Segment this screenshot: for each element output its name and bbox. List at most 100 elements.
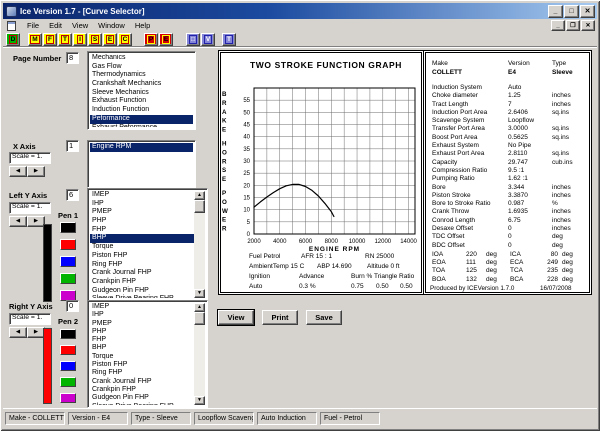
save-button[interactable]: Save — [306, 310, 342, 325]
left-y-scale-input[interactable]: Scale = 1. — [9, 202, 51, 214]
page-list-item[interactable]: Exhaust Peformance — [90, 124, 193, 128]
scroll-right-button[interactable]: ▶ — [27, 166, 45, 177]
left-y-list-item[interactable]: Crankpin FHP — [90, 278, 194, 287]
pen-color-swatch[interactable] — [60, 393, 76, 403]
scroll-left-button[interactable]: ◀ — [9, 216, 27, 227]
right-y-list-item[interactable]: Crank Journal FHP — [90, 378, 194, 386]
right-y-list-item[interactable]: Ring FHP — [90, 369, 194, 377]
right-y-list-item[interactable]: FHP — [90, 336, 194, 344]
right-y-scale-input[interactable]: Scale = 1. — [9, 313, 51, 325]
pen-color-swatch[interactable] — [60, 239, 76, 250]
right-y-list-item[interactable]: Gudgeon Pin FHP — [90, 394, 194, 402]
scroll-left-button[interactable]: ◀ — [9, 327, 27, 338]
toolbar-button-letter: T — [225, 35, 233, 44]
scrollbar-thumb[interactable] — [194, 200, 205, 213]
right-y-list-item[interactable]: PMEP — [90, 320, 194, 328]
right-y-list-item[interactable]: IMEP — [90, 303, 194, 311]
close-button[interactable]: ✕ — [580, 5, 595, 18]
menu-item[interactable]: Help — [130, 20, 155, 31]
minimize-button[interactable]: _ — [548, 5, 563, 18]
toolbar-button[interactable]: M — [28, 33, 42, 46]
page-list-item[interactable]: Exhaust Function — [90, 97, 193, 106]
left-y-list-item[interactable]: Torque — [90, 243, 194, 252]
pen-color-swatch[interactable] — [60, 377, 76, 387]
left-y-list-item[interactable]: Sleeve Drive Bearing FHP — [90, 295, 194, 298]
toolbar-button[interactable]: D — [6, 33, 20, 46]
left-y-list-item[interactable]: Gudgeon Pin FHP — [90, 287, 194, 296]
page-list-item[interactable]: Mechanics — [90, 54, 193, 63]
left-y-list-item[interactable]: IHP — [90, 200, 194, 209]
right-y-list-item[interactable]: IHP — [90, 311, 194, 319]
data-row-name: Crank Throw — [432, 208, 508, 216]
menu-item[interactable]: Window — [93, 20, 130, 31]
page-number-list[interactable]: MechanicsGas FlowThermodynamicsCrankshaf… — [87, 51, 196, 130]
toolbar-button[interactable]: C — [118, 33, 132, 46]
right-y-list-item[interactable]: Crankpin FHP — [90, 386, 194, 394]
left-y-list-item[interactable]: Ring FHP — [90, 261, 194, 270]
child-window-icon[interactable] — [7, 21, 16, 31]
left-y-axis-list[interactable]: IMEPIHPPMEPPHPFHPBHPTorquePiston FHPRing… — [87, 188, 208, 301]
page-list-item[interactable]: Gas Flow — [90, 63, 193, 72]
page-list-item[interactable]: Sleeve Mechanics — [90, 89, 193, 98]
left-y-list-item[interactable]: PMEP — [90, 208, 194, 217]
view-button[interactable]: View — [218, 310, 254, 325]
pen-color-swatch[interactable] — [60, 256, 76, 267]
scroll-up-button[interactable]: ▲ — [194, 303, 205, 312]
pen-color-swatch[interactable] — [60, 273, 76, 284]
toolbar-button[interactable]: E — [159, 33, 173, 46]
print-button[interactable]: Print — [262, 310, 298, 325]
scrollbar-thumb[interactable] — [194, 312, 205, 325]
toolbar-button[interactable]: T — [58, 33, 72, 46]
left-y-list-item[interactable]: IMEP — [90, 191, 194, 200]
child-restore-button[interactable]: ❐ — [566, 20, 580, 31]
pen-color-swatch[interactable] — [60, 361, 76, 371]
toolbar-button[interactable]: S — [88, 33, 102, 46]
x-axis-list[interactable]: Engine RPM — [87, 140, 196, 188]
left-y-list-item[interactable]: BHP — [90, 234, 194, 243]
right-y-list-item[interactable]: Sleeve Drive Bearing FHP — [90, 403, 194, 405]
child-close-button[interactable]: ✕ — [581, 20, 595, 31]
pen-color-swatch[interactable] — [60, 329, 76, 339]
right-y-list-item[interactable]: BHP — [90, 344, 194, 352]
right-y-list-item[interactable]: Torque — [90, 353, 194, 361]
menu-item[interactable]: View — [67, 20, 93, 31]
page-list-item[interactable]: Induction Function — [90, 106, 193, 115]
scroll-up-button[interactable]: ▲ — [194, 191, 205, 200]
scrollbar[interactable]: ▲ ▼ — [194, 303, 205, 405]
left-y-list-item[interactable]: Piston FHP — [90, 252, 194, 261]
scroll-left-button[interactable]: ◀ — [9, 166, 27, 177]
right-y-list-item[interactable]: Piston FHP — [90, 361, 194, 369]
left-y-list-item[interactable]: FHP — [90, 226, 194, 235]
scroll-down-button[interactable]: ▼ — [194, 289, 205, 298]
right-y-list-item[interactable]: PHP — [90, 328, 194, 336]
toolbar-button[interactable]: □ — [186, 33, 200, 46]
toolbar-button[interactable]: T — [222, 33, 236, 46]
page-list-item[interactable]: Crankshaft Mechanics — [90, 80, 193, 89]
left-y-list-item[interactable]: PHP — [90, 217, 194, 226]
menu-item[interactable]: Edit — [44, 20, 67, 31]
right-y-axis-list[interactable]: IMEPIHPPMEPPHPFHPBHPTorquePiston FHPRing… — [87, 300, 208, 408]
x-axis-value[interactable]: 1 — [66, 140, 79, 152]
left-y-axis-value[interactable]: 6 — [66, 189, 79, 201]
right-y-axis-value[interactable]: 0 — [66, 300, 79, 312]
close-angle-unit: deg — [562, 251, 573, 259]
page-list-item[interactable]: Thermodynamics — [90, 71, 193, 80]
toolbar-button[interactable]: I — [73, 33, 87, 46]
child-minimize-button[interactable]: _ — [551, 20, 565, 31]
toolbar-button[interactable]: E — [103, 33, 117, 46]
page-number-value[interactable]: 8 — [66, 52, 79, 64]
x-axis-list-item[interactable]: Engine RPM — [90, 143, 193, 152]
x-axis-scale-input[interactable]: Scale = 1. — [9, 152, 51, 164]
maximize-button[interactable]: □ — [564, 5, 579, 18]
scrollbar[interactable]: ▲ ▼ — [194, 191, 205, 298]
page-list-item[interactable]: Peformance — [90, 115, 193, 124]
toolbar-button[interactable]: V — [201, 33, 215, 46]
pen-color-swatch[interactable] — [60, 345, 76, 355]
ambient-temp-value: AmbientTemp 15 C — [249, 263, 317, 270]
left-y-list-item[interactable]: Crank Journal FHP — [90, 269, 194, 278]
toolbar-button[interactable]: P — [144, 33, 158, 46]
pen-color-swatch[interactable] — [60, 222, 76, 233]
scroll-down-button[interactable]: ▼ — [194, 396, 205, 405]
toolbar-button[interactable]: F — [43, 33, 57, 46]
menu-item[interactable]: File — [22, 20, 44, 31]
